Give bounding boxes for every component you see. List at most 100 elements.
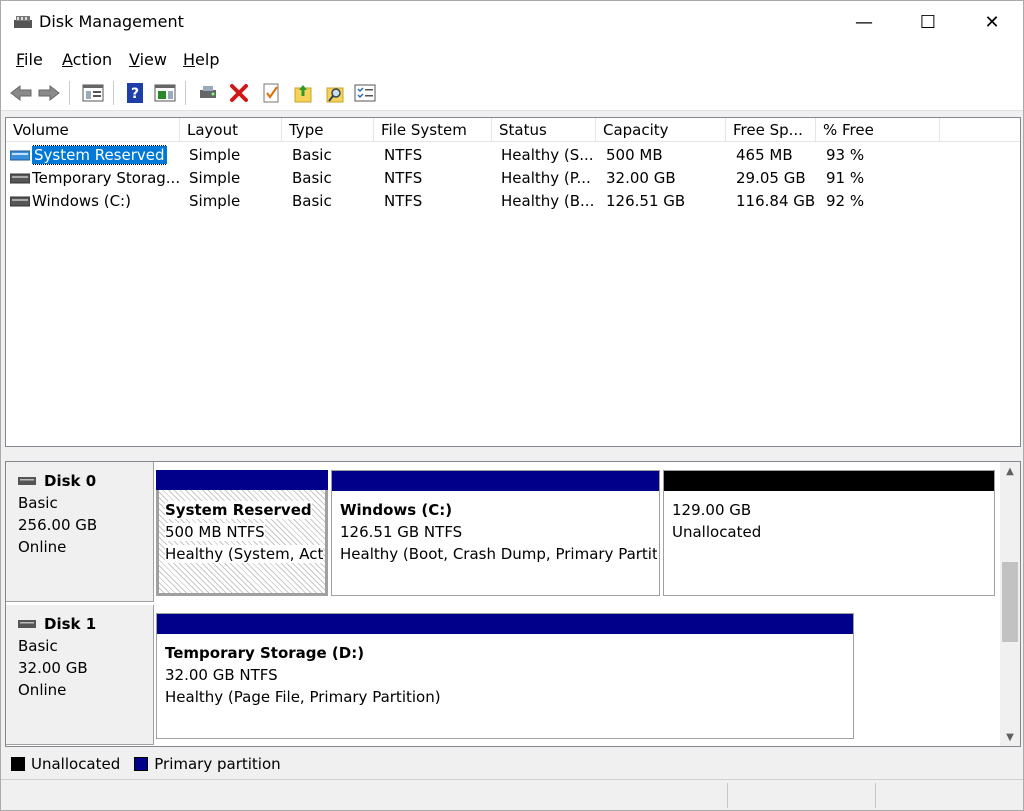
type-cell: Basic (292, 169, 332, 187)
column-header-layout[interactable]: Layout (180, 118, 282, 142)
scroll-up-button[interactable]: ▲ (1000, 462, 1020, 480)
back-button[interactable] (9, 81, 33, 105)
show-hide-console-tree-button[interactable] (81, 81, 105, 105)
disk-type: Basic (18, 494, 58, 512)
disk-state: Online (18, 681, 67, 699)
chevron-up-icon: ▲ (1006, 465, 1014, 477)
status-separator (875, 783, 876, 808)
show-hide-action-pane-button[interactable] (153, 81, 177, 105)
legend-swatch (11, 757, 25, 771)
partition-size-fs: 32.00 GB NTFS (165, 666, 278, 684)
disk-name: Disk 0 (44, 472, 97, 490)
partition-status: Healthy (Boot, Crash Dump, Primary Parti… (340, 545, 657, 563)
graphical-disk-view[interactable]: Disk 0 Basic 256.00 GB Online System Res… (5, 461, 1021, 747)
type-cell: Basic (292, 192, 332, 210)
column-header-capacity[interactable]: Capacity (596, 118, 726, 142)
explore-icon (326, 87, 344, 103)
check-properties-icon (263, 83, 279, 103)
window-title: Disk Management (39, 12, 184, 31)
delete-icon (230, 84, 248, 102)
scroll-thumb[interactable] (1002, 562, 1018, 642)
open-button[interactable] (291, 81, 315, 105)
pane-splitter[interactable] (1, 447, 1023, 461)
open-folder-icon (294, 85, 312, 103)
help-button[interactable]: ? (123, 81, 147, 105)
percent-free-cell: 92 % (826, 192, 865, 210)
partition-title: Temporary Storage (D:) (165, 644, 365, 662)
disk-info[interactable]: Disk 0 Basic 256.00 GB Online (6, 462, 154, 602)
volume-list[interactable]: Volume Layout Type File System Status Ca… (5, 117, 1021, 447)
forward-button[interactable] (37, 81, 61, 105)
help-icon: ? (127, 83, 143, 103)
vertical-scrollbar[interactable]: ▲ ▼ (1000, 462, 1020, 746)
column-header-file-system[interactable]: File System (374, 118, 492, 142)
partition-color-bar (332, 471, 659, 491)
menu-file[interactable]: File (16, 50, 43, 69)
volume-drive-icon (10, 196, 30, 207)
toolbar-separator (185, 81, 186, 105)
type-cell: Basic (292, 146, 332, 164)
menu-view[interactable]: View (129, 50, 167, 69)
partition-size-fs: 126.51 GB NTFS (340, 523, 463, 541)
file-system-cell: NTFS (384, 146, 423, 164)
capacity-cell: 32.00 GB (606, 169, 676, 187)
scroll-down-button[interactable]: ▼ (1000, 728, 1020, 746)
minimize-button[interactable]: — (841, 1, 887, 43)
status-cell: Healthy (S... (501, 146, 593, 164)
volume-drive-icon (10, 150, 30, 161)
disk-icon (18, 477, 36, 485)
disk-type: Basic (18, 637, 58, 655)
partition-color-bar (157, 614, 853, 634)
delete-button[interactable] (227, 81, 251, 105)
explore-button[interactable] (323, 81, 347, 105)
column-header-free-space[interactable]: Free Sp... (726, 118, 816, 142)
connect-virtual-disk-icon (200, 86, 216, 98)
volume-name: Windows (C:) (32, 192, 131, 210)
properties-button[interactable] (259, 81, 283, 105)
column-header-row: Volume Layout Type File System Status Ca… (6, 118, 1020, 142)
menu-help[interactable]: Help (183, 50, 219, 69)
status-cell: Healthy (B... (501, 192, 593, 210)
title-bar[interactable]: Disk Management — ☐ ✕ (1, 1, 1023, 43)
partition-unallocated[interactable]: 129.00 GB Unallocated (663, 470, 995, 596)
disk-name: Disk 1 (44, 615, 97, 633)
menu-bar: File Action View Help (1, 43, 1023, 75)
disk-size: 32.00 GB (18, 659, 88, 677)
partition-system-reserved[interactable]: System Reserved 500 MB NTFS Healthy (Sys… (156, 470, 328, 596)
layout-cell: Simple (189, 192, 241, 210)
layout-cell: Simple (189, 146, 241, 164)
status-separator (727, 783, 728, 808)
list-view-button[interactable] (353, 81, 377, 105)
partition-size-fs: 500 MB NTFS (165, 523, 265, 541)
connect-virtual-disk-button[interactable] (196, 81, 220, 105)
minimize-icon: — (855, 11, 873, 33)
column-header-type[interactable]: Type (282, 118, 374, 142)
close-button[interactable]: ✕ (969, 1, 1015, 43)
partition-color-bar (156, 470, 328, 490)
legend-label: Unallocated (31, 755, 121, 773)
partition-temporary-storage-d[interactable]: Temporary Storage (D:) 32.00 GB NTFS Hea… (156, 613, 854, 739)
forward-arrow-icon (38, 84, 60, 102)
percent-free-cell: 91 % (826, 169, 865, 187)
disk-info[interactable]: Disk 1 Basic 32.00 GB Online (6, 605, 154, 745)
legend-item-unallocated: Unallocated (11, 755, 120, 773)
volume-row[interactable]: System Reserved Simple Basic NTFS Health… (6, 144, 1020, 167)
volume-row[interactable]: Temporary Storag... Simple Basic NTFS He… (6, 167, 1020, 190)
disk-row: Disk 1 Basic 32.00 GB Online Temporary S… (6, 605, 1000, 745)
partition-status: Unallocated (672, 523, 762, 541)
volume-row[interactable]: Windows (C:) Simple Basic NTFS Healthy (… (6, 190, 1020, 213)
partition-title: Windows (C:) (340, 501, 453, 519)
free-space-cell: 465 MB (736, 146, 793, 164)
maximize-button[interactable]: ☐ (905, 1, 951, 43)
partition-windows-c[interactable]: Windows (C:) 126.51 GB NTFS Healthy (Boo… (331, 470, 660, 596)
column-header-percent-free[interactable]: % Free (816, 118, 940, 142)
partition-title: System Reserved (165, 501, 312, 519)
volume-name: Temporary Storag... (32, 169, 181, 187)
free-space-cell: 29.05 GB (736, 169, 806, 187)
column-header-status[interactable]: Status (492, 118, 596, 142)
menu-action[interactable]: Action (62, 50, 112, 69)
partition-size: 129.00 GB (672, 501, 752, 519)
toolbar-separator (113, 81, 114, 105)
legend: Unallocated Primary partition (5, 751, 1021, 777)
column-header-volume[interactable]: Volume (6, 118, 180, 142)
